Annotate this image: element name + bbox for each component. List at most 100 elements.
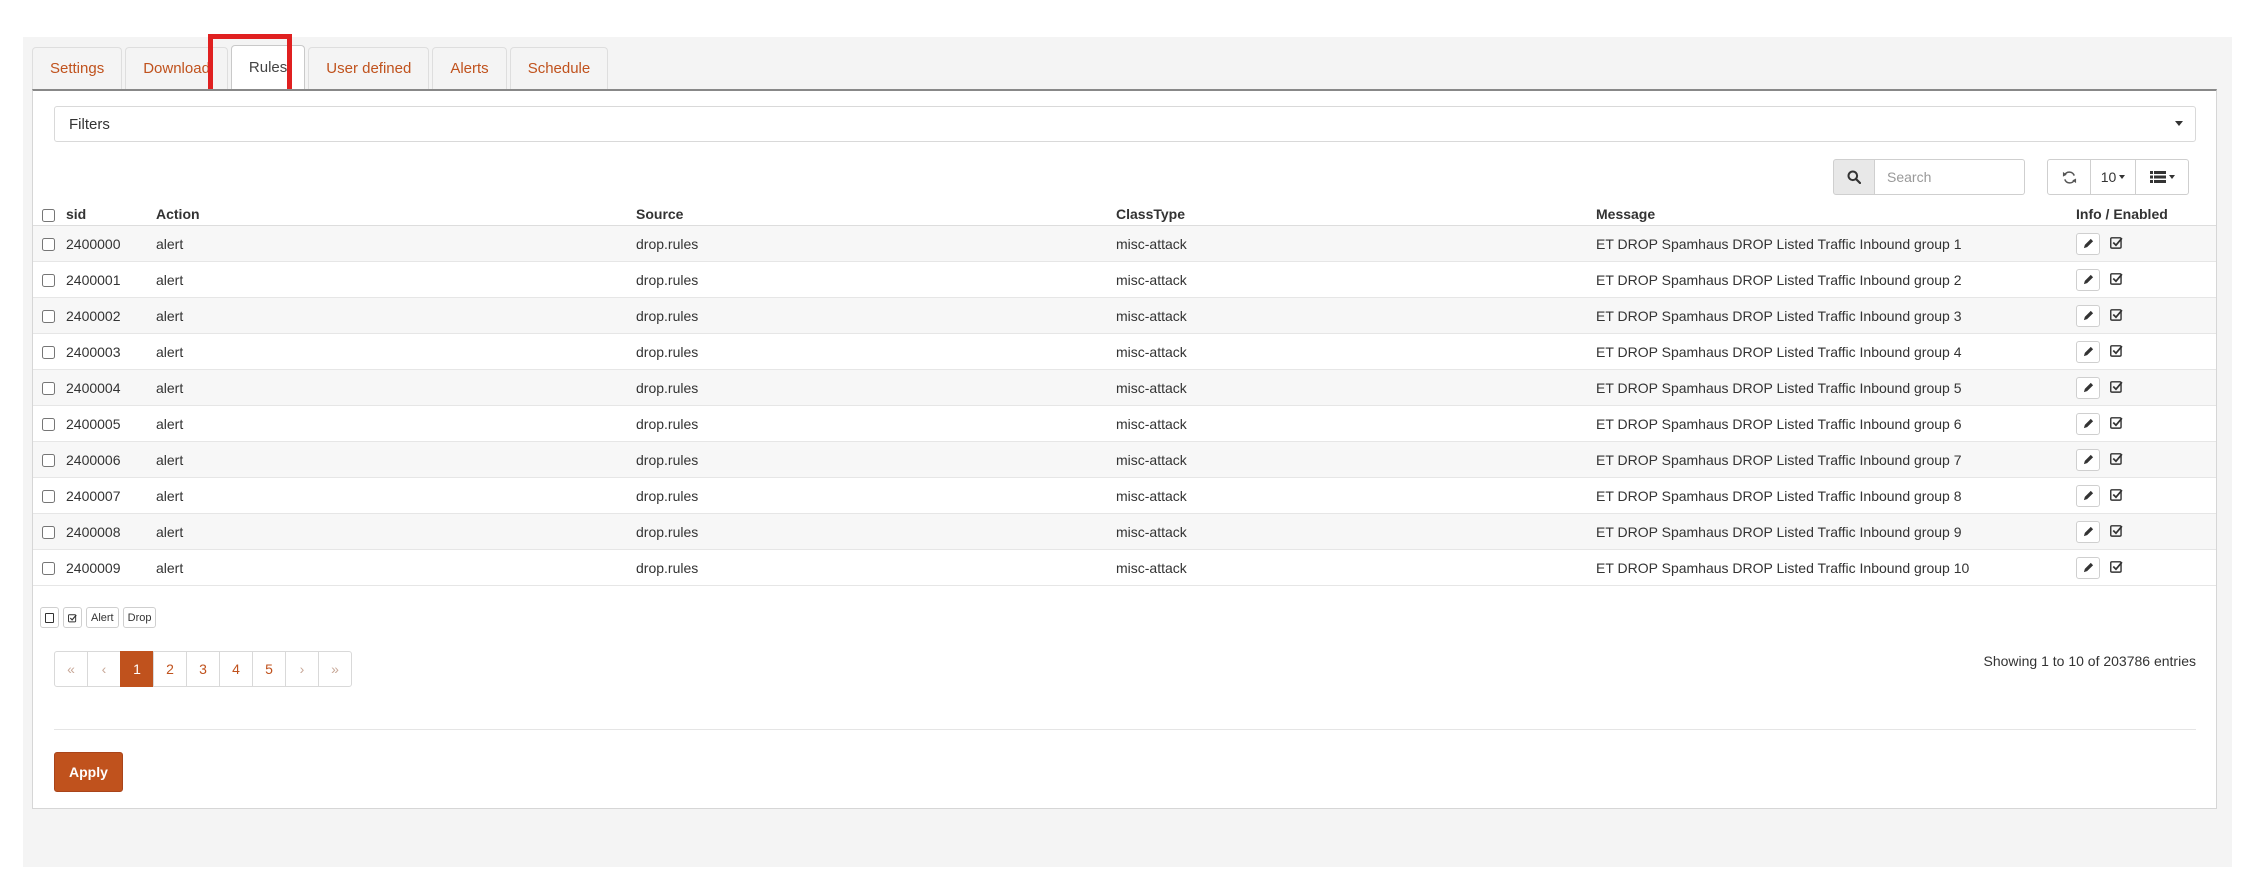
- pencil-icon: [2083, 490, 2093, 501]
- search-icon[interactable]: [1833, 159, 1875, 195]
- table-row[interactable]: 2400003 alert drop.rules misc-attack ET DROP…: [33, 333, 2216, 370]
- page-size-dropdown[interactable]: 10: [2090, 159, 2136, 195]
- edit-button[interactable]: [2076, 304, 2100, 327]
- row-checkbox[interactable]: [42, 562, 55, 576]
- tab-alerts[interactable]: Alerts: [432, 47, 507, 89]
- check-square-icon: [2110, 488, 2123, 501]
- column-header-info-enabled: Info / Enabled: [2076, 203, 2216, 226]
- row-checkbox[interactable]: [42, 346, 55, 360]
- page-5-button[interactable]: 5: [252, 651, 286, 687]
- page-2-button[interactable]: 2: [153, 651, 187, 687]
- row-checkbox[interactable]: [42, 490, 55, 504]
- cell-message: ET DROP Spamhaus DROP Listed Traffic Inb…: [1596, 549, 2076, 586]
- cell-sid: 2400009: [66, 549, 156, 586]
- cell-action: alert: [156, 297, 636, 334]
- table-row[interactable]: 2400002 alert drop.rules misc-attack ET DROP…: [33, 297, 2216, 334]
- rules-panel: Filters 10 sid Action Source Cla: [32, 89, 2217, 809]
- edit-button[interactable]: [2076, 412, 2100, 435]
- cell-classtype: misc-attack: [1116, 513, 1596, 550]
- page-3-button[interactable]: 3: [186, 651, 220, 687]
- columns-dropdown[interactable]: [2135, 159, 2189, 195]
- table-row[interactable]: 2400009 alert drop.rules misc-attack ET DROP…: [33, 549, 2216, 586]
- cell-source: drop.rules: [636, 225, 1116, 262]
- enabled-toggle[interactable]: [2110, 416, 2123, 432]
- filters-dropdown[interactable]: Filters: [54, 106, 2196, 142]
- edit-button[interactable]: [2076, 232, 2100, 255]
- enabled-toggle[interactable]: [2110, 272, 2123, 288]
- cell-sid: 2400002: [66, 297, 156, 334]
- chevron-down-icon: [2175, 121, 2183, 126]
- cell-source: drop.rules: [636, 369, 1116, 406]
- apply-button[interactable]: Apply: [54, 752, 123, 792]
- edit-button[interactable]: [2076, 484, 2100, 507]
- row-checkbox[interactable]: [42, 238, 55, 252]
- column-header-sid[interactable]: sid: [66, 203, 156, 226]
- table-row[interactable]: 2400007 alert drop.rules misc-attack ET DROP…: [33, 477, 2216, 514]
- rules-table: sid Action Source ClassType Message Info…: [33, 203, 2216, 586]
- enabled-toggle[interactable]: [2110, 236, 2123, 252]
- page-1-button[interactable]: 1: [120, 651, 154, 687]
- refresh-button[interactable]: [2047, 159, 2091, 195]
- search-group: [1833, 159, 2025, 195]
- cell-source: drop.rules: [636, 477, 1116, 514]
- cell-classtype: misc-attack: [1116, 261, 1596, 298]
- page-4-button[interactable]: 4: [219, 651, 253, 687]
- edit-button[interactable]: [2076, 340, 2100, 363]
- search-input[interactable]: [1875, 159, 2025, 195]
- enabled-toggle[interactable]: [2110, 524, 2123, 540]
- table-row[interactable]: 2400005 alert drop.rules misc-attack ET DROP…: [33, 405, 2216, 442]
- column-header-classtype[interactable]: ClassType: [1116, 203, 1596, 226]
- table-row[interactable]: 2400008 alert drop.rules misc-attack ET DROP…: [33, 513, 2216, 550]
- tab-user-defined[interactable]: User defined: [308, 47, 430, 89]
- enable-selected-button[interactable]: [63, 607, 82, 628]
- enabled-toggle[interactable]: [2110, 488, 2123, 504]
- cell-source: drop.rules: [636, 513, 1116, 550]
- page-first-button[interactable]: «: [54, 651, 88, 687]
- edit-button[interactable]: [2076, 376, 2100, 399]
- square-icon: [45, 612, 54, 623]
- cell-classtype: misc-attack: [1116, 333, 1596, 370]
- edit-button[interactable]: [2076, 448, 2100, 471]
- row-checkbox[interactable]: [42, 418, 55, 432]
- disable-selected-button[interactable]: [40, 607, 59, 628]
- edit-button[interactable]: [2076, 268, 2100, 291]
- row-checkbox[interactable]: [42, 526, 55, 540]
- page-prev-button[interactable]: ‹: [87, 651, 121, 687]
- enabled-toggle[interactable]: [2110, 344, 2123, 360]
- row-checkbox[interactable]: [42, 274, 55, 288]
- cell-message: ET DROP Spamhaus DROP Listed Traffic Inb…: [1596, 369, 2076, 406]
- tab-download[interactable]: Download: [125, 47, 228, 89]
- column-header-message[interactable]: Message: [1596, 203, 2076, 226]
- edit-button[interactable]: [2076, 520, 2100, 543]
- select-all-header: [33, 203, 66, 226]
- cell-info-enabled: [2076, 261, 2216, 298]
- enabled-toggle[interactable]: [2110, 380, 2123, 396]
- enabled-toggle[interactable]: [2110, 560, 2123, 576]
- select-all-checkbox[interactable]: [42, 208, 55, 222]
- column-header-source[interactable]: Source: [636, 203, 1116, 226]
- table-row[interactable]: 2400000 alert drop.rules misc-attack ET DROP…: [33, 225, 2216, 262]
- pencil-icon: [2083, 346, 2093, 357]
- tab-schedule[interactable]: Schedule: [509, 47, 609, 89]
- row-checkbox[interactable]: [42, 454, 55, 468]
- drop-selected-button[interactable]: Drop: [122, 607, 157, 628]
- cell-info-enabled: [2076, 225, 2216, 262]
- cell-message: ET DROP Spamhaus DROP Listed Traffic Inb…: [1596, 297, 2076, 334]
- enabled-toggle[interactable]: [2110, 308, 2123, 324]
- row-checkbox[interactable]: [42, 382, 55, 396]
- tab-rules[interactable]: Rules: [230, 45, 306, 89]
- alert-selected-button[interactable]: Alert: [86, 607, 119, 628]
- row-select-cell: [33, 333, 66, 370]
- table-row[interactable]: 2400004 alert drop.rules misc-attack ET DROP…: [33, 369, 2216, 406]
- tab-settings[interactable]: Settings: [32, 47, 123, 89]
- cell-sid: 2400001: [66, 261, 156, 298]
- edit-button[interactable]: [2076, 556, 2100, 579]
- cell-classtype: misc-attack: [1116, 369, 1596, 406]
- page-next-button[interactable]: ›: [285, 651, 319, 687]
- table-row[interactable]: 2400006 alert drop.rules misc-attack ET DROP…: [33, 441, 2216, 478]
- table-row[interactable]: 2400001 alert drop.rules misc-attack ET DROP…: [33, 261, 2216, 298]
- enabled-toggle[interactable]: [2110, 452, 2123, 468]
- page-last-button[interactable]: »: [318, 651, 352, 687]
- column-header-action[interactable]: Action: [156, 203, 636, 226]
- row-checkbox[interactable]: [42, 310, 55, 324]
